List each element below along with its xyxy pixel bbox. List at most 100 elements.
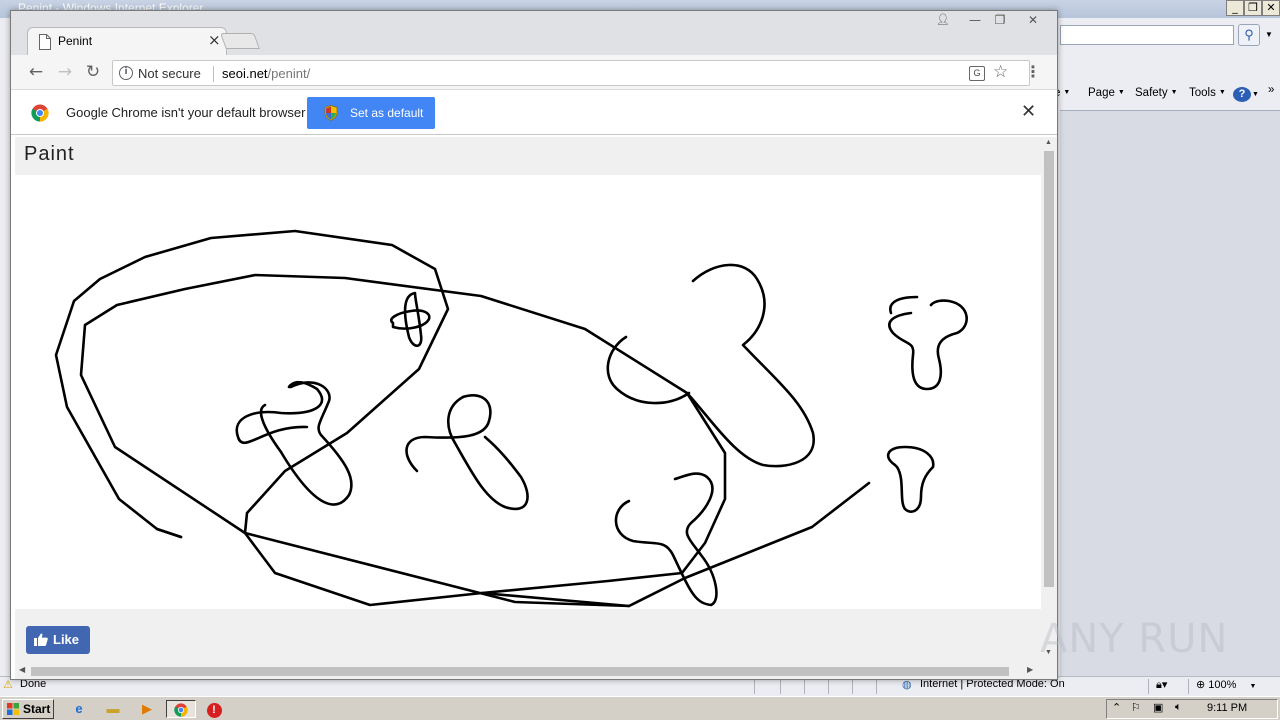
flag-icon[interactable]: ⚐: [1131, 701, 1141, 714]
profile-icon[interactable]: 👤︎: [930, 11, 956, 29]
ie-page-menu[interactable]: Page ▼: [1088, 87, 1125, 99]
forward-arrow-icon[interactable]: →: [54, 62, 76, 84]
windows-logo-icon: [7, 703, 19, 715]
ie-safety-menu-label: Safety: [1135, 87, 1168, 99]
scroll-left-arrow-icon[interactable]: ◀: [19, 665, 25, 674]
tab-title: Penint: [58, 34, 93, 48]
status-divider: [852, 679, 853, 694]
ie-tools-menu-label: Tools: [1189, 87, 1216, 99]
drawn-stroke: [888, 299, 968, 391]
facebook-like-button[interactable]: Like: [26, 626, 90, 654]
drawn-stroke: [447, 395, 529, 511]
ie-safety-menu[interactable]: Safety ▼: [1135, 87, 1178, 99]
drawn-stroke: [390, 309, 431, 330]
drawn-stroke: [403, 291, 423, 348]
minimize-button[interactable]: —: [962, 11, 988, 29]
reload-icon[interactable]: ↻: [82, 62, 104, 84]
stop-icon[interactable]: !: [203, 700, 225, 718]
status-divider: [1148, 679, 1149, 694]
paint-canvas[interactable]: [15, 175, 1041, 609]
anyrun-watermark: ANY RUN: [1040, 606, 1240, 670]
volume-icon[interactable]: 🔈︎: [1175, 701, 1182, 714]
back-arrow-icon[interactable]: ←: [25, 62, 47, 84]
drawn-stroke: [235, 380, 324, 444]
status-divider: [876, 679, 877, 694]
browser-tab-active[interactable]: Penint ×: [27, 27, 227, 56]
chrome-window: Penint × 👤︎ — ❐ ✕ ← → ↻ i Not secure seo…: [10, 10, 1058, 680]
start-label: Start: [23, 702, 51, 716]
page-title: Paint: [24, 143, 75, 165]
set-as-default-button[interactable]: Set as default: [307, 97, 435, 129]
status-divider: [780, 679, 781, 694]
url-host: seoi.net: [222, 66, 268, 81]
clock[interactable]: 9:11 PM: [1207, 702, 1247, 714]
help-dropdown-icon[interactable]: ▼: [1252, 91, 1259, 98]
page-header: Paint: [15, 137, 1041, 175]
thumbs-up-icon: [34, 633, 48, 646]
star-icon[interactable]: ☆: [993, 62, 1008, 82]
scroll-right-arrow-icon[interactable]: ▶: [1027, 665, 1033, 674]
horizontal-scrollbar[interactable]: ◀ ▶: [15, 663, 1041, 679]
shield-icon: [324, 105, 338, 121]
drawn-stroke: [243, 531, 631, 608]
drawn-stroke: [79, 273, 727, 595]
ie-zoom-text: 100%: [1208, 679, 1237, 691]
ie-command-overflow-icon[interactable]: »: [1268, 84, 1274, 96]
tray-expand-icon[interactable]: ⌃: [1112, 701, 1121, 714]
close-icon[interactable]: ✕: [1021, 101, 1036, 122]
ie-search-input[interactable]: [1060, 25, 1234, 45]
drawn-stroke: [685, 263, 815, 468]
menu-icon[interactable]: ⋮: [1025, 63, 1041, 83]
set-as-default-label: Set as default: [350, 106, 424, 120]
drawn-stroke: [155, 527, 183, 539]
new-tab-button[interactable]: [220, 33, 260, 49]
start-button[interactable]: Start: [2, 699, 54, 719]
watermark-text: ANY RUN: [1040, 616, 1229, 662]
vertical-scrollbar[interactable]: ▲ ▼: [1041, 137, 1057, 663]
ie-taskbar-icon[interactable]: e: [68, 700, 90, 718]
folder-icon[interactable]: ▬: [102, 700, 124, 718]
vertical-scroll-thumb[interactable]: [1044, 151, 1054, 587]
lock-icon[interactable]: 🔒︎▾: [1156, 678, 1167, 692]
horizontal-scroll-thumb[interactable]: [31, 667, 1009, 676]
search-icon[interactable]: ⚲: [1238, 24, 1260, 46]
status-divider: [1188, 679, 1189, 694]
ie-page-menu-label: Page: [1088, 87, 1115, 99]
system-tray: ⌃ ⚐ ▣ 🔈︎ 9:11 PM: [1106, 699, 1278, 719]
ie-restore-button[interactable]: ❐: [1244, 0, 1262, 16]
drawn-stroke: [886, 445, 935, 513]
ie-zoom-level[interactable]: ⊕ 100% ▼: [1196, 678, 1256, 691]
translate-icon[interactable]: G: [969, 66, 985, 81]
drawn-stroke: [405, 394, 492, 473]
status-divider: [754, 679, 755, 694]
network-icon[interactable]: ▣: [1153, 701, 1163, 714]
ie-tools-menu[interactable]: Tools ▼: [1189, 87, 1226, 99]
ie-command-bar: e▼ Page▼ Safety▼ Tools▼ ? ▼ »: [1054, 84, 1280, 104]
close-window-button[interactable]: ✕: [1020, 11, 1046, 29]
ie-close-button[interactable]: ✕: [1262, 0, 1280, 16]
chrome-taskbar-icon[interactable]: [166, 700, 196, 718]
page-viewport: Paint Like ▲ ▼ ◀ ▶: [15, 137, 1057, 679]
default-browser-infobar: Google Chrome isn't your default browser…: [11, 91, 1057, 135]
close-icon[interactable]: ×: [208, 31, 221, 49]
chrome-tabstrip: Penint × 👤︎ — ❐ ✕: [11, 11, 1057, 56]
drawn-stroke: [54, 229, 871, 608]
like-label: Like: [53, 632, 80, 647]
chrome-toolbar: ← → ↻ i Not secure seoi.net/penint/ G ☆ …: [11, 55, 1057, 90]
address-bar[interactable]: i Not secure seoi.net/penint/ G ☆: [112, 60, 1030, 86]
drawn-stroke: [889, 295, 919, 315]
ie-search-dropdown-icon[interactable]: ▼: [1262, 24, 1276, 46]
chrome-logo-icon: [174, 703, 188, 717]
ie-minimize-button[interactable]: _: [1226, 0, 1244, 16]
drawn-stroke: [614, 472, 718, 607]
url-text[interactable]: seoi.net/penint/: [222, 66, 310, 81]
media-player-icon[interactable]: ▶: [136, 700, 158, 718]
restore-button[interactable]: ❐: [987, 11, 1013, 29]
ie-content-area: [1060, 110, 1280, 676]
scroll-up-arrow-icon[interactable]: ▲: [1045, 139, 1052, 146]
taskbar: Start e ▬ ▶ ! ⌃ ⚐ ▣ 🔈︎ 9:11 PM: [0, 696, 1280, 720]
info-icon[interactable]: i: [119, 66, 133, 80]
security-label[interactable]: Not secure: [138, 66, 201, 81]
infobar-message: Google Chrome isn't your default browser: [66, 105, 306, 120]
help-icon[interactable]: ?: [1233, 87, 1251, 102]
